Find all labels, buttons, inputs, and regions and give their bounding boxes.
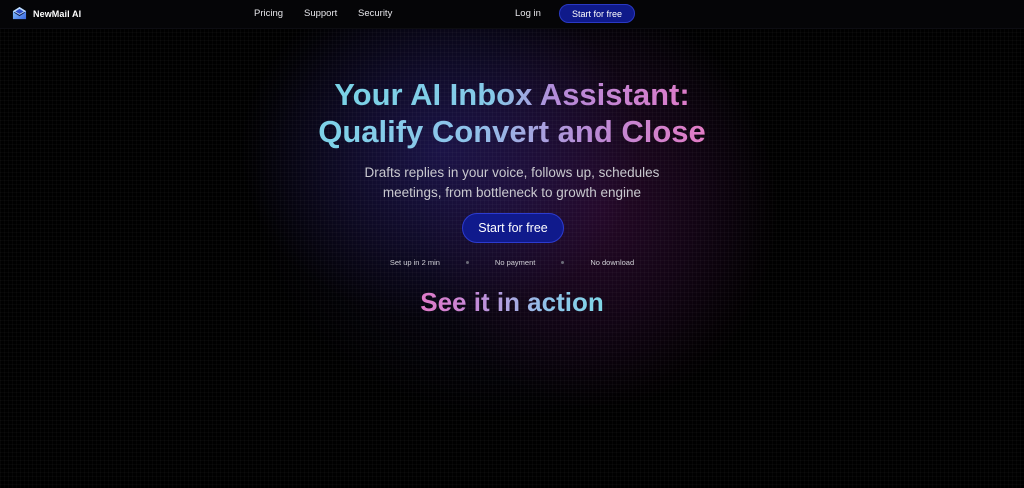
brand-logo-link[interactable]: NewMail AI xyxy=(12,6,81,21)
landing-page: NewMail AI Pricing Support Security Log … xyxy=(0,0,1024,488)
nav-start-free-button[interactable]: Start for free xyxy=(559,4,635,23)
hero-subtitle-line-1: Drafts replies in your voice, follows up… xyxy=(364,165,660,180)
hero-title-line-2: Qualify Convert and Close xyxy=(318,114,706,149)
login-link[interactable]: Log in xyxy=(515,8,541,19)
nav-link-security[interactable]: Security xyxy=(358,8,392,19)
feature-list: Set up in 2 min No payment No download xyxy=(0,258,1024,267)
hero-title-line-1: Your AI Inbox Assistant: xyxy=(334,77,690,112)
hero-title: Your AI Inbox Assistant: Qualify Convert… xyxy=(0,76,1024,150)
brand-name: NewMail AI xyxy=(33,8,82,19)
background-grid xyxy=(0,0,1024,488)
separator-dot-icon xyxy=(561,261,565,264)
nav-link-support[interactable]: Support xyxy=(304,8,337,19)
feature-no-payment: No payment xyxy=(494,258,536,267)
feature-setup-time: Set up in 2 min xyxy=(389,258,440,267)
section-title-text: See it in action xyxy=(420,287,604,317)
mail-envelope-logo-icon xyxy=(12,6,27,20)
hero-subtitle: Drafts replies in your voice, follows up… xyxy=(0,163,1024,203)
feature-no-download: No download xyxy=(590,258,635,267)
hero-start-free-button[interactable]: Start for free xyxy=(462,213,564,243)
separator-dot-icon xyxy=(465,261,469,264)
hero-subtitle-line-2: meetings, from bottleneck to growth engi… xyxy=(382,185,642,200)
nav-link-pricing[interactable]: Pricing xyxy=(254,8,283,19)
section-title: See it in action xyxy=(0,287,1024,318)
top-nav: NewMail AI Pricing Support Security Log … xyxy=(0,0,1024,29)
